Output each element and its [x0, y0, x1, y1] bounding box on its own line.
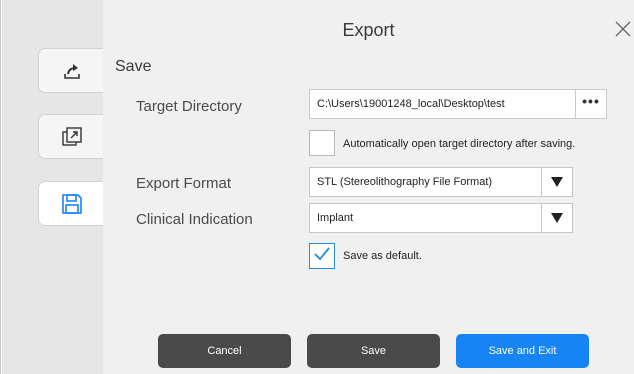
target-directory-label: Target Directory — [136, 98, 242, 115]
cancel-button[interactable]: Cancel — [158, 334, 291, 368]
export-format-value: STL (Stereolithography File Format) — [317, 176, 493, 188]
target-directory-input[interactable] — [309, 89, 576, 119]
section-title: Save — [115, 58, 152, 75]
auto-open-label: Automatically open target directory afte… — [343, 138, 576, 150]
title-bar: Export — [103, 0, 634, 58]
browse-button[interactable]: ••• — [575, 89, 607, 119]
tab-export-window[interactable] — [38, 114, 104, 159]
floppy-disk-icon — [60, 192, 84, 216]
clinical-indication-select[interactable]: Implant — [309, 203, 573, 233]
save-default-label: Save as default. — [343, 250, 422, 262]
save-default-checkbox[interactable] — [309, 243, 335, 269]
auto-open-checkbox[interactable] — [309, 130, 335, 156]
external-window-icon — [60, 125, 84, 149]
checkmark-icon — [313, 245, 331, 268]
close-icon — [615, 21, 631, 42]
save-panel: Save Target Directory ••• Automatically … — [103, 58, 634, 374]
side-tab-rail — [2, 0, 104, 374]
export-format-label: Export Format — [136, 175, 232, 192]
tab-save[interactable] — [38, 181, 104, 226]
clinical-indication-value: Implant — [317, 212, 354, 224]
tab-export-share[interactable] — [38, 48, 104, 93]
dropdown-arrow-icon — [541, 168, 572, 196]
dialog-title: Export — [342, 20, 395, 40]
close-button[interactable] — [612, 20, 634, 42]
clinical-indication-label: Clinical Indication — [136, 211, 253, 228]
export-format-select[interactable]: STL (Stereolithography File Format) — [309, 167, 573, 197]
dropdown-arrow-icon — [541, 204, 572, 232]
save-and-exit-button[interactable]: Save and Exit — [456, 334, 589, 368]
export-dialog: Export Save Target Directory ••• Automat… — [0, 0, 634, 374]
save-button[interactable]: Save — [307, 334, 440, 368]
share-export-icon — [62, 61, 82, 81]
